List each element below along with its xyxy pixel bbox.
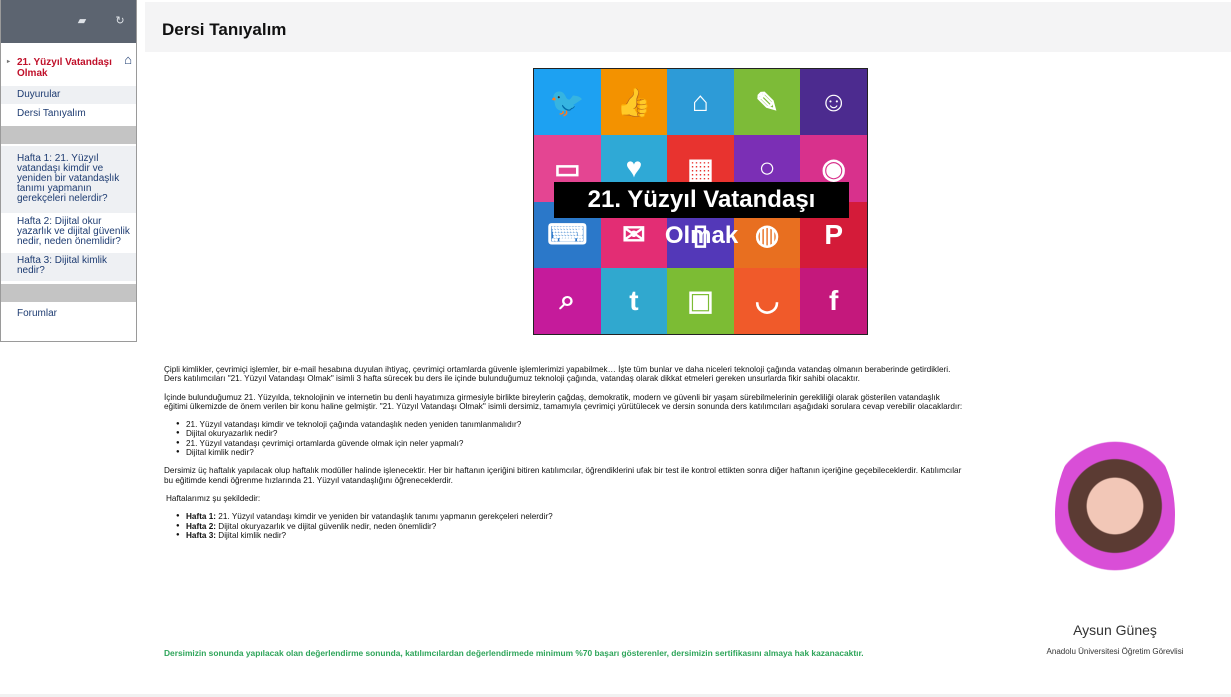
sidebar-course-link[interactable]: ▸ 21. Yüzyıl Vatandaşı Olmak ⌂ (1, 53, 136, 79)
sidebar: ▰ ↻ ▸ 21. Yüzyıl Vatandaşı Olmak ⌂ Duyur… (0, 0, 137, 342)
paragraph-3: Dersimiz üç haftalık yapılacak olup haft… (164, 466, 962, 485)
list-item: 21. Yüzyıl vatandaşı kimdir ve teknoloji… (176, 420, 964, 430)
refresh-icon[interactable]: ↻ (112, 13, 128, 29)
magnifier-icon: ⌕ (534, 267, 601, 334)
question-list: 21. Yüzyıl vatandaşı kimdir ve teknoloji… (176, 420, 964, 457)
facebook-icon: f (800, 267, 867, 334)
sidebar-item-hafta-1[interactable]: Hafta 1: 21. Yüzyıl vatandaşı kimdir ve … (1, 146, 136, 214)
paragraph-1: Çipli kimlikler, çevrimiçi işlemler, bir… (164, 365, 951, 384)
sidebar-item-duyurular[interactable]: Duyurular (1, 86, 136, 105)
thumbs-up-icon: 👍 (600, 69, 668, 136)
week-text: Dijital kimlik nedir? (216, 530, 287, 540)
instructor-name: Aysun Güneş (1073, 622, 1157, 638)
sidebar-item-forumlar[interactable]: Forumlar (1, 304, 136, 324)
list-item: Dijital kimlik nedir? (176, 448, 964, 458)
instructor-avatar (1055, 425, 1175, 605)
course-title[interactable]: 21. Yüzyıl Vatandaşı Olmak (17, 57, 112, 79)
instructor-role: Anadolu Üniversitesi Öğretim Görevlisi (1046, 647, 1184, 656)
banner-title: 21. Yüzyıl Vatandaşı Olmak (554, 182, 849, 249)
week-text: Dijital okuryazarlık ve dijital güvenlik… (216, 521, 437, 531)
weeks-intro: Haftalarımız şu şekildedir: (166, 493, 261, 503)
instructor-card: Aysun Güneş Anadolu Üniversitesi Öğretim… (1025, 425, 1205, 656)
list-item: Hafta 2: Dijital okuryazarlık ve dijital… (176, 521, 964, 532)
week-list: Hafta 1: 21. Yüzyıl vatandaşı kimdir ve … (176, 512, 964, 540)
twitter-icon: 🐦 (534, 69, 601, 136)
certificate-note: Dersimizin sonunda yapılacak olan değerl… (164, 648, 864, 658)
id-card-icon: ▣ (667, 267, 734, 334)
home-icon[interactable]: ⌂ (124, 53, 132, 66)
reader-icon: ☺ (800, 69, 867, 136)
page-header: Dersi Tanıyalım (145, 2, 1231, 52)
sidebar-item-hafta-2[interactable]: Hafta 2: Dijital okur yazarlık ve dijita… (1, 214, 136, 253)
week-label: Hafta 3: (186, 530, 217, 540)
course-description: Çipli kimlikler, çevrimiçi işlemler, bir… (164, 365, 964, 549)
list-item: Dijital okuryazarlık nedir? (176, 429, 964, 439)
eiffel-tower-icon: ⌂ (667, 69, 734, 136)
sidebar-divider (1, 284, 136, 302)
sidebar-toolbar: ▰ ↻ (1, 0, 136, 43)
list-item: Hafta 3: Dijital kimlik nedir? (176, 530, 964, 541)
week-label: Hafta 2: (186, 521, 217, 531)
page-title: Dersi Tanıyalım (162, 20, 287, 39)
tumblr-icon: t (600, 267, 668, 334)
shopping-bag-icon: ◡ (733, 267, 801, 334)
collapse-arrow-icon: ▸ (7, 59, 11, 65)
week-label: Hafta 1: (186, 512, 217, 522)
sidebar-item-dersi-taniyalim[interactable]: Dersi Tanıyalım (1, 105, 136, 124)
week-text: 21. Yüzyıl vatandaşı kimdir ve yeniden b… (216, 512, 553, 522)
image-icon[interactable]: ▰ (74, 13, 90, 29)
list-item: Hafta 1: 21. Yüzyıl vatandaşı kimdir ve … (176, 512, 964, 522)
sidebar-item-hafta-3[interactable]: Hafta 3: Dijital kimlik nedir? (1, 253, 136, 282)
sidebar-divider (1, 126, 136, 144)
paragraph-2: İçinde bulunduğumuz 21. Yüzyılda, teknol… (164, 392, 963, 411)
pencil-icon: ✎ (733, 69, 801, 136)
list-item: 21. Yüzyıl vatandaşı çevrimiçi ortamlard… (176, 439, 964, 449)
course-banner-image: 🐦 👍 ⌂ ✎ ☺ ▭ ♥ ▦ ○ ◉ ⌨ ✉ ▯ ◍ P ⌕ t ▣ ◡ f … (533, 68, 868, 335)
